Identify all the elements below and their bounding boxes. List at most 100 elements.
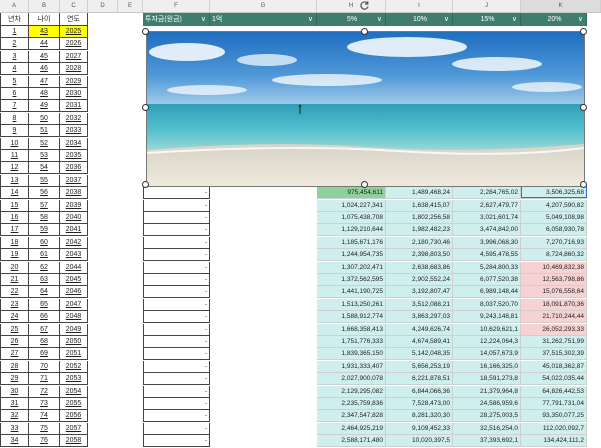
column-header-i[interactable]: I: [386, 0, 453, 12]
cell-year[interactable]: 2029: [60, 75, 88, 88]
cell-h[interactable]: 2,588,171,480: [317, 435, 386, 448]
cell-n[interactable]: 16: [0, 212, 29, 224]
cell-k[interactable]: 37,515,302,39: [521, 348, 587, 361]
cell-n[interactable]: 12: [0, 162, 29, 175]
cell-k[interactable]: 12,563,798,86: [521, 274, 587, 286]
cell-n[interactable]: 17: [0, 224, 29, 237]
cell-age[interactable]: 61: [29, 249, 60, 262]
cell-year[interactable]: 2040: [60, 212, 88, 224]
cell-f[interactable]: -: [143, 385, 210, 398]
cell-j[interactable]: 6,989,148,44: [453, 286, 521, 299]
cell-year[interactable]: 2035: [60, 150, 88, 162]
cell-k[interactable]: 26,052,293,33: [521, 323, 587, 336]
cell-age[interactable]: 60: [29, 236, 60, 249]
cell-age[interactable]: 66: [29, 311, 60, 324]
cell-age[interactable]: 50: [29, 112, 60, 125]
cell-age[interactable]: 54: [29, 162, 60, 175]
cell-age[interactable]: 49: [29, 100, 60, 113]
cell-i[interactable]: 9,109,452,33: [386, 422, 453, 435]
cell-h[interactable]: 1,075,438,708: [317, 212, 386, 224]
cell-n[interactable]: 33: [0, 422, 29, 435]
cell-n[interactable]: 19: [0, 249, 29, 262]
cell-h[interactable]: 1,588,912,774: [317, 311, 386, 324]
cell-i[interactable]: 7,528,473,00: [386, 398, 453, 410]
cell-n[interactable]: 24: [0, 311, 29, 324]
cell-n[interactable]: 15: [0, 199, 29, 212]
cell-year[interactable]: 2048: [60, 311, 88, 324]
cell-j[interactable]: 8,037,520,70: [453, 298, 521, 311]
dropdown-arrow-icon[interactable]: ∨: [578, 13, 583, 26]
cell-f[interactable]: -: [143, 336, 210, 348]
cell-year[interactable]: 2055: [60, 398, 88, 410]
cell-n[interactable]: 3: [0, 50, 29, 63]
cell-age[interactable]: 55: [29, 174, 60, 187]
resize-handle-top-left[interactable]: [142, 28, 149, 35]
cell-h[interactable]: 2,347,547,828: [317, 410, 386, 423]
cell-n[interactable]: 18: [0, 236, 29, 249]
column-header-b[interactable]: B: [29, 0, 60, 12]
cell-year[interactable]: 2057: [60, 422, 88, 435]
cell-n[interactable]: 9: [0, 125, 29, 138]
cell-age[interactable]: 56: [29, 187, 60, 200]
cell-year[interactable]: 2046: [60, 286, 88, 299]
cell-year[interactable]: 2053: [60, 373, 88, 386]
cell-k[interactable]: 15,076,558,64: [521, 286, 587, 299]
cell-year[interactable]: 2039: [60, 199, 88, 212]
cell-i[interactable]: 3,192,807,47: [386, 286, 453, 299]
resize-handle-left[interactable]: [142, 104, 149, 111]
cell-j[interactable]: 28,275,003,5: [453, 410, 521, 423]
cell-n[interactable]: 29: [0, 373, 29, 386]
cell-k[interactable]: 77,791,731,04: [521, 398, 587, 410]
cell-i[interactable]: 5,142,048,35: [386, 348, 453, 361]
column-header-j[interactable]: J: [453, 0, 521, 12]
cell-f[interactable]: -: [143, 274, 210, 286]
cell-f[interactable]: -: [143, 199, 210, 212]
cell-j[interactable]: 37,393,692,1: [453, 435, 521, 448]
cell-age[interactable]: 68: [29, 336, 60, 348]
cell-age[interactable]: 53: [29, 150, 60, 162]
cell-year[interactable]: 2044: [60, 261, 88, 274]
cell-n[interactable]: 34: [0, 435, 29, 448]
column-header-h[interactable]: H: [317, 0, 386, 12]
cell-h[interactable]: 1,307,202,471: [317, 261, 386, 274]
rotate-handle-icon[interactable]: [359, 0, 370, 11]
cell-year[interactable]: 2056: [60, 410, 88, 423]
cell-i[interactable]: 4,674,589,41: [386, 336, 453, 348]
resize-handle-bottom-left[interactable]: [142, 181, 149, 188]
cell-h[interactable]: 1,751,776,333: [317, 336, 386, 348]
cell-f[interactable]: -: [143, 398, 210, 410]
cell-h[interactable]: 1,185,671,176: [317, 236, 386, 249]
cell-i[interactable]: 1,982,482,23: [386, 224, 453, 237]
cell-year[interactable]: 2027: [60, 50, 88, 63]
cell-n[interactable]: 6: [0, 88, 29, 100]
cell-f[interactable]: -: [143, 422, 210, 435]
cell-j[interactable]: 2,284,765,02: [453, 187, 521, 200]
cell-year[interactable]: 2032: [60, 112, 88, 125]
cell-k[interactable]: 10,469,832,38: [521, 261, 587, 274]
cell-year[interactable]: 2025: [60, 26, 88, 38]
cell-f[interactable]: -: [143, 298, 210, 311]
cell-h[interactable]: 975,454,611: [317, 187, 386, 200]
resize-handle-top-right[interactable]: [580, 28, 587, 35]
cell-f[interactable]: -: [143, 311, 210, 324]
cell-year[interactable]: 2028: [60, 63, 88, 76]
cell-n[interactable]: 25: [0, 323, 29, 336]
cell-k[interactable]: 112,020,092,7: [521, 422, 587, 435]
cell-h[interactable]: 1,441,190,725: [317, 286, 386, 299]
cell-i[interactable]: 2,902,552,24: [386, 274, 453, 286]
cell-h[interactable]: 1,513,250,261: [317, 298, 386, 311]
cell-year[interactable]: 2041: [60, 224, 88, 237]
cell-j[interactable]: 32,516,254,0: [453, 422, 521, 435]
cell-j[interactable]: 6,077,520,38: [453, 274, 521, 286]
cell-i[interactable]: 2,638,683,86: [386, 261, 453, 274]
cell-n[interactable]: 23: [0, 298, 29, 311]
cell-j[interactable]: 3,996,068,30: [453, 236, 521, 249]
cell-n[interactable]: 14: [0, 187, 29, 200]
cell-i[interactable]: 5,656,253,19: [386, 360, 453, 373]
cell-n[interactable]: 27: [0, 348, 29, 361]
cell-age[interactable]: 47: [29, 75, 60, 88]
cell-i[interactable]: 2,398,803,50: [386, 249, 453, 262]
cell-h[interactable]: 1,129,210,644: [317, 224, 386, 237]
cell-f[interactable]: -: [143, 323, 210, 336]
cell-j[interactable]: 24,586,959,6: [453, 398, 521, 410]
